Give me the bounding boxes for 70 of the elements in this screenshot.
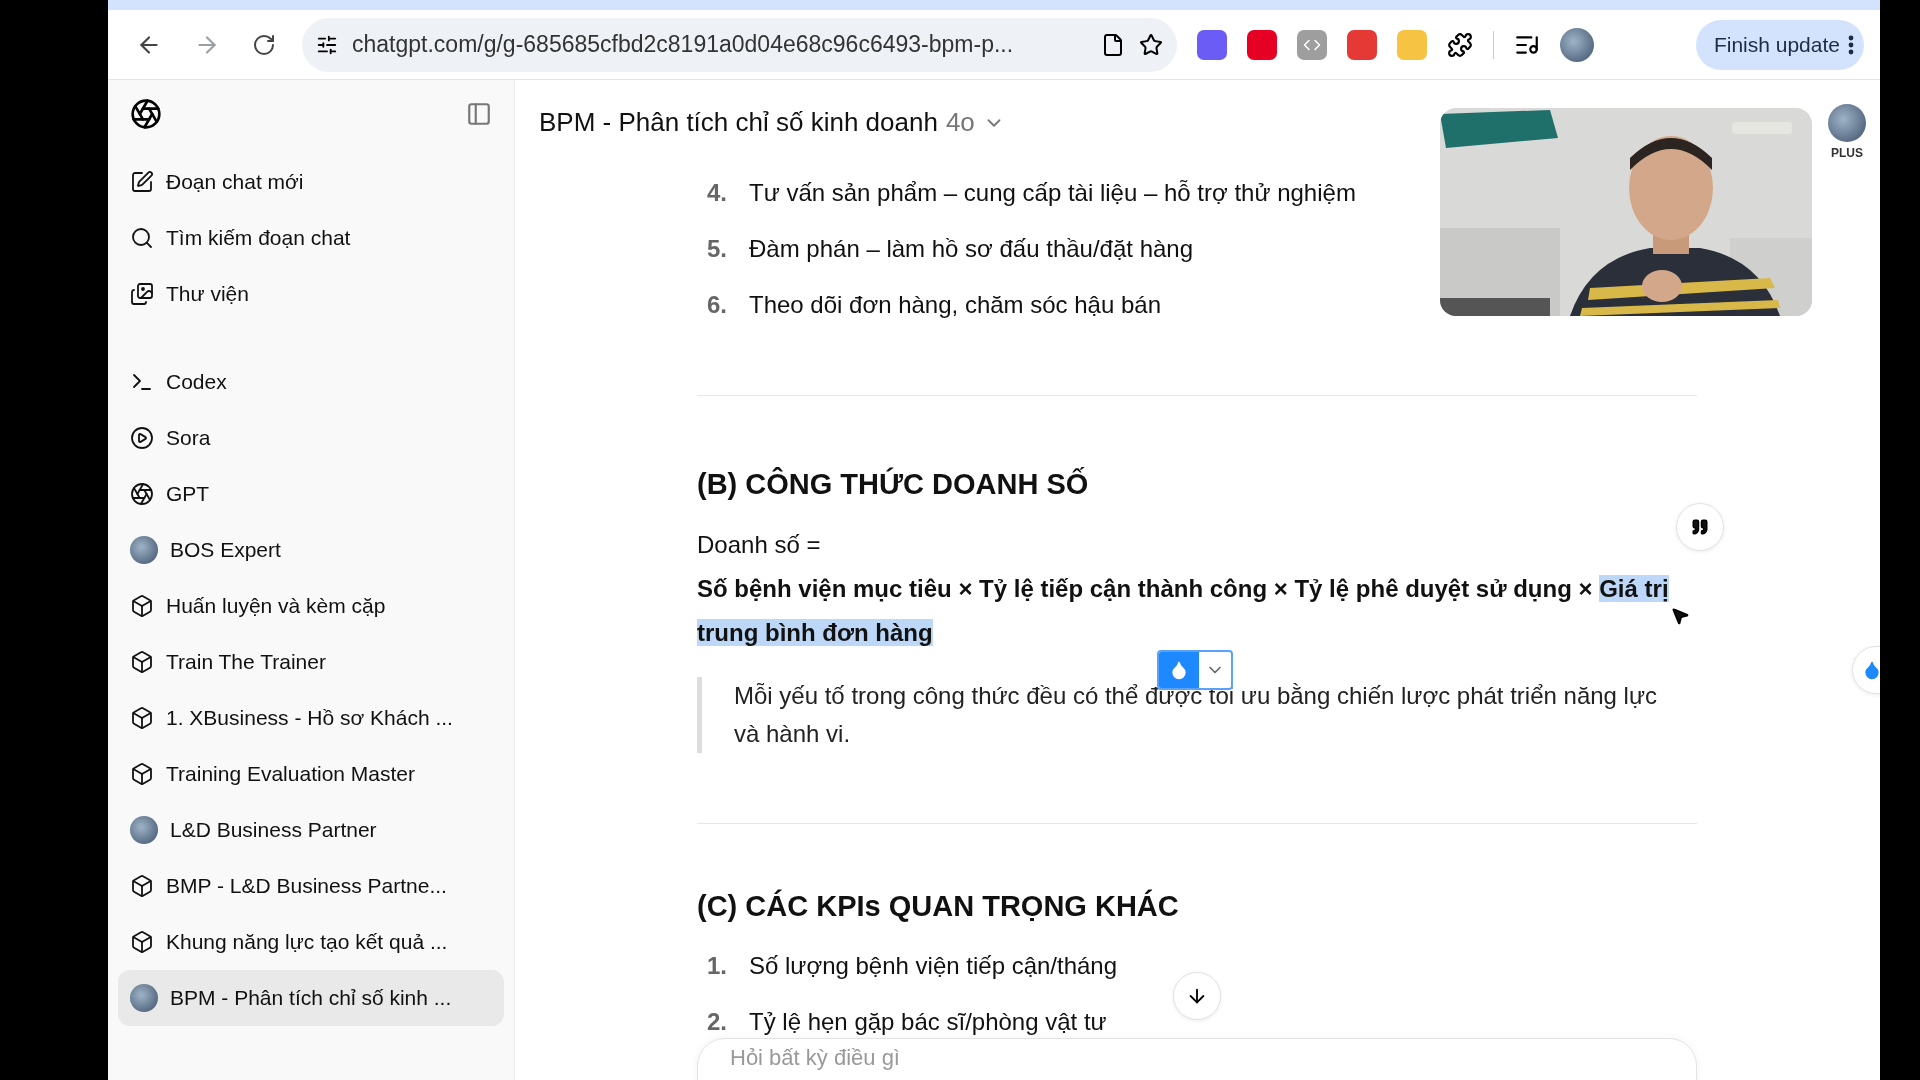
list-item: Đàm phán – làm hồ sơ đấu thầu/đặt hàng <box>749 234 1194 264</box>
search-icon <box>130 226 154 250</box>
list-item: Theo dõi đơn hàng, chăm sóc hậu bán <box>749 290 1162 320</box>
avatar-icon <box>130 816 158 844</box>
bookmark-star-icon[interactable] <box>1139 32 1163 57</box>
cube-icon <box>130 650 154 674</box>
puzzle-icon[interactable] <box>1447 31 1473 58</box>
sidebar-item[interactable]: Training Evaluation Master <box>118 746 504 802</box>
plan-label: PLUS <box>1831 146 1863 160</box>
sidebar-toggle-icon[interactable] <box>466 101 492 127</box>
user-avatar[interactable] <box>1828 104 1866 142</box>
list-number: 1. <box>707 951 728 981</box>
extension-icon[interactable] <box>1297 29 1327 60</box>
site-settings-icon[interactable] <box>316 33 338 56</box>
pencil-icon <box>130 170 154 194</box>
profile-avatar[interactable] <box>1560 27 1594 62</box>
logo-icon[interactable] <box>130 98 162 130</box>
quote-button[interactable] <box>1676 503 1724 551</box>
url-text: chatgpt.com/g/g-685685cfbd2c8191a0d04e68c96c6493-bpm-p... <box>352 31 1015 58</box>
cube-icon <box>130 762 154 786</box>
sidebar-item[interactable]: Huấn luyện và kèm cặp <box>118 578 504 634</box>
images-icon <box>130 282 154 306</box>
sidebar-item[interactable]: 1. XBusiness - Hồ sơ Khách ... <box>118 690 504 746</box>
sidebar-item[interactable]: BMP - L&D Business Partne... <box>118 858 504 914</box>
scroll-down-button[interactable] <box>1173 972 1221 1020</box>
sidebar-item[interactable]: L&D Business Partner <box>118 802 504 858</box>
sidebar-item[interactable]: Codex <box>118 354 504 410</box>
page-icon[interactable] <box>1101 32 1125 57</box>
chat-title: BPM - Phân tích chỉ số kinh doanh <box>539 107 938 138</box>
section-heading: (C) CÁC KPIs QUAN TRỌNG KHÁC <box>697 890 1180 923</box>
formula-text: Số bệnh viện mục tiêu × Tỷ lệ tiếp cận thành công × Tỷ lệ phê duyệt sử dụng × Giá trị trung bình đơn hàng <box>697 574 1670 648</box>
section-heading: (B) CÔNG THỨC DOANH SỐ <box>697 468 1090 501</box>
cube-icon <box>130 930 154 954</box>
list-number: 5. <box>707 234 728 264</box>
droplet-button[interactable] <box>1852 646 1880 694</box>
address-bar[interactable]: chatgpt.com/g/g-685685cfbd2c8191a0d04e68c96c6493-bpm-p... <box>302 17 1177 72</box>
sidebar-item[interactable]: GPT <box>118 466 504 522</box>
extension-icon[interactable] <box>1247 29 1277 60</box>
list-number: 6. <box>707 290 728 320</box>
cube-icon <box>130 874 154 898</box>
cursor-icon <box>1670 606 1690 626</box>
kebab-icon <box>1848 34 1854 55</box>
message-input[interactable]: Hỏi bất kỳ điều gì <box>697 1038 1697 1080</box>
sidebar-item[interactable]: Tìm kiếm đoạn chat <box>118 210 504 266</box>
sidebar-item[interactable]: Train The Trainer <box>118 634 504 690</box>
formula-intro: Doanh số = <box>697 530 822 560</box>
list-number: 4. <box>707 178 728 208</box>
list-item: Số lượng bệnh viện tiếp cận/tháng <box>749 951 1118 981</box>
droplet-icon <box>1862 660 1880 680</box>
cube-icon <box>130 706 154 730</box>
sidebar-item[interactable]: Thư viện <box>118 266 504 322</box>
list-number: 2. <box>707 1007 728 1037</box>
reload-icon <box>252 32 276 57</box>
list-item: Tỷ lệ hẹn gặp bác sĩ/phòng vật tư <box>749 1007 1107 1037</box>
quote-icon <box>1691 518 1709 536</box>
cube-icon <box>130 594 154 618</box>
sidebar-item[interactable]: BOS Expert <box>118 522 504 578</box>
sidebar-item[interactable]: Khung năng lực tạo kết quả ... <box>118 914 504 970</box>
droplet-icon <box>1169 660 1189 680</box>
avatar-icon <box>130 536 158 564</box>
extension-icon[interactable] <box>1197 29 1227 60</box>
play-icon <box>130 426 154 450</box>
model-selector[interactable]: 4o <box>945 107 975 138</box>
avatar-icon <box>130 984 158 1012</box>
list-item: Tư vấn sản phẩm – cung cấp tài liệu – hỗ trợ thử nghiệm <box>749 178 1356 208</box>
extension-icon[interactable] <box>1347 29 1377 60</box>
sidebar-item[interactable]: BPM - Phân tích chỉ số kinh ... <box>118 970 504 1026</box>
sidebar-item[interactable]: Đoạn chat mới <box>118 154 504 210</box>
sidebar-item[interactable]: Sora <box>118 410 504 466</box>
update-button[interactable]: Finish update <box>1695 19 1864 70</box>
